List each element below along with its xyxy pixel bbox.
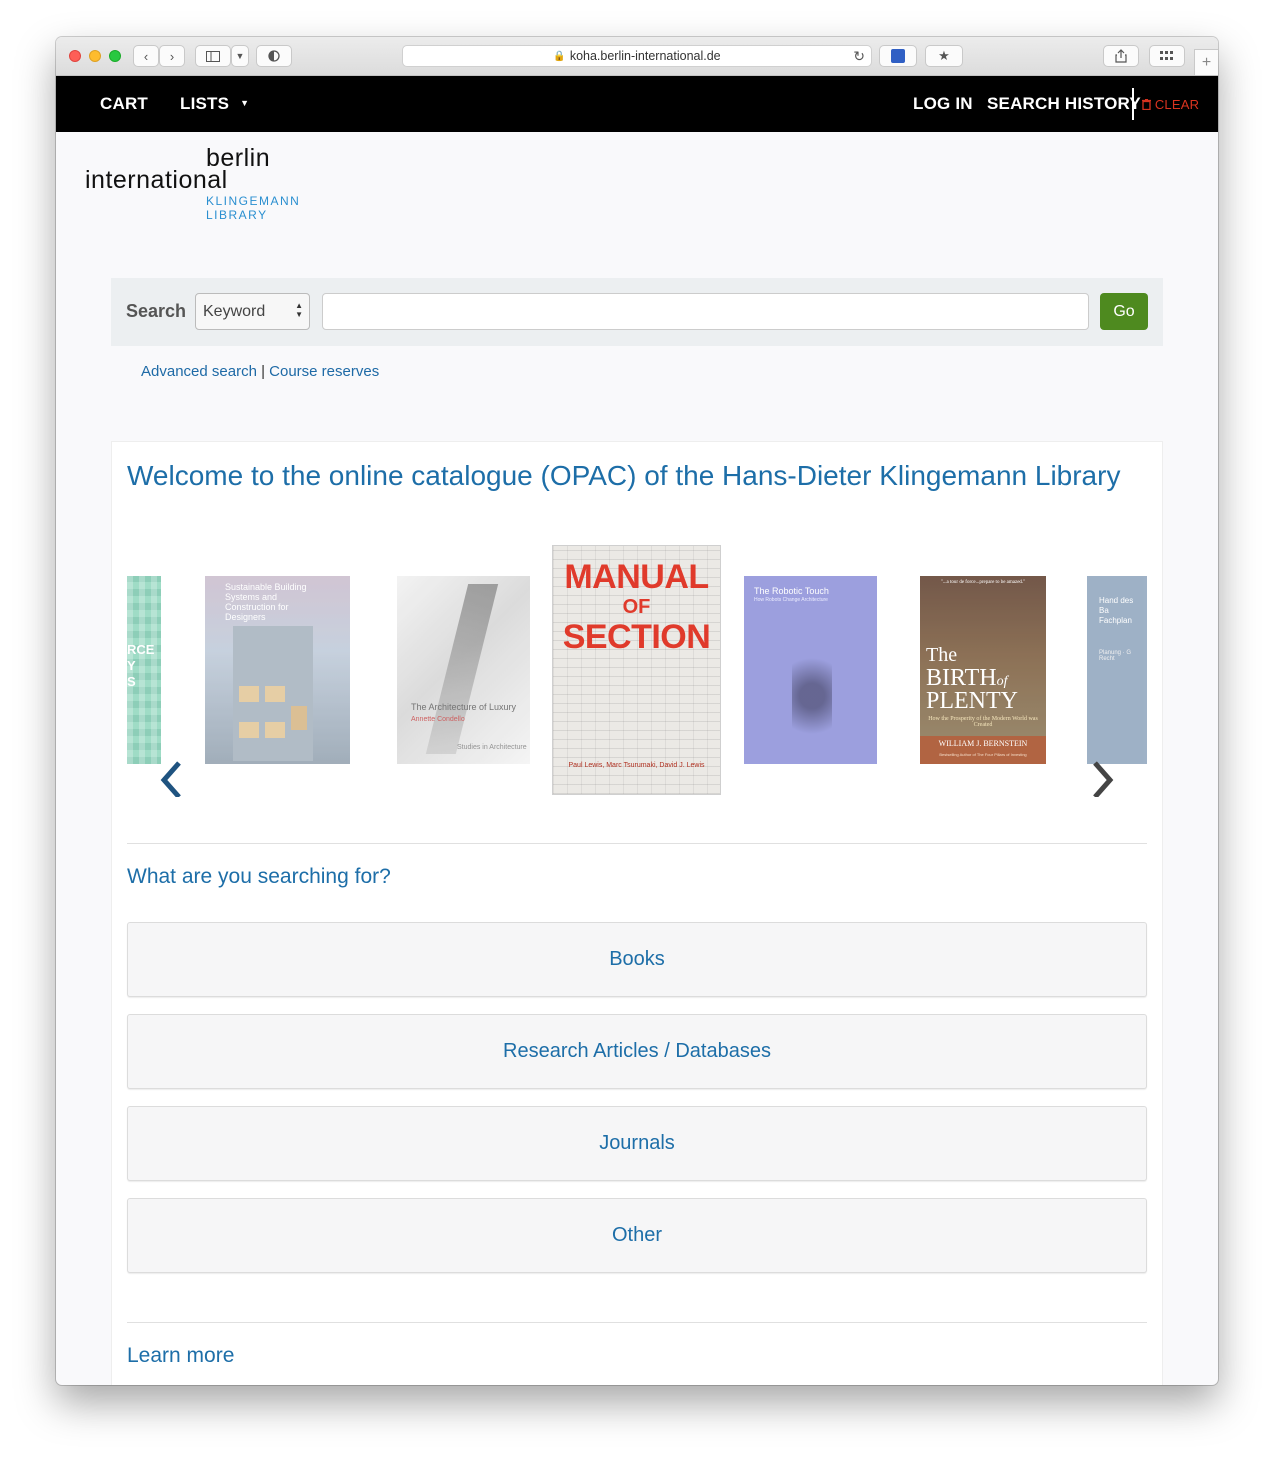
chevron-right-icon [1093,761,1114,797]
caret-down-icon: ▼ [240,98,250,108]
search-go-button[interactable]: Go [1100,293,1148,330]
cover-title: The Architecture of Luxury [411,702,517,712]
book-cover[interactable]: The Architecture of Luxury Annette Conde… [397,576,530,764]
book-cover[interactable]: Sustainable Building Systems and Constru… [205,576,350,764]
category-journals-button[interactable]: Journals [127,1106,1147,1181]
login-link[interactable]: LOG IN [913,94,973,114]
back-button[interactable]: ‹ [133,45,159,67]
shield-icon [268,50,280,62]
cover-title: RCE Y S [127,642,155,689]
page-title: Welcome to the online catalogue (OPAC) o… [127,460,1121,491]
chevron-left-icon: ‹ [143,48,149,64]
cover-series: Studies in Architecture [457,744,527,751]
reload-icon[interactable]: ↻ [853,48,865,65]
cover-title-line3: PLENTY [926,688,1018,714]
logo-line-international: international [85,166,228,194]
carousel-prev-arrow[interactable] [159,760,185,797]
star-icon: ★ [938,48,950,63]
category-research-articles-button[interactable]: Research Articles / Databases [127,1014,1147,1089]
minimize-window-button[interactable] [89,50,101,62]
sidebar-icon [206,50,220,62]
cover-title-line3: SECTION [562,618,711,656]
cover-authors: Paul Lewis, Marc Tsurumaki, David J. Lew… [568,762,705,769]
cover-tagline: Bestselling Author of The Four Pillars o… [939,752,1027,757]
link-separator: | [261,363,265,380]
tab-overview-button[interactable] [1149,45,1185,67]
search-label: Search [126,301,187,321]
lock-icon: 🔒 [553,50,566,62]
cover-robot-image [792,636,832,756]
chevron-down-icon: ▼ [235,51,245,61]
book-cover[interactable]: RCE Y S [127,576,161,764]
cover-extra: Planung · G Recht [1099,650,1132,662]
section-divider [127,843,1147,844]
address-bar[interactable]: 🔒 koha.berlin-international.de ↻ [402,45,872,67]
logo-line-library: LIBRARY [206,208,268,222]
cover-quote: "...a tour de force...prepare to be amaz… [940,580,1026,585]
lists-label: LISTS [180,94,230,113]
nav-divider [1132,88,1134,120]
logo-line-klingemann: KLINGEMANN [206,194,301,208]
cover-house-image [233,626,313,761]
top-navbar: CART LISTS ▼ LOG IN SEARCH HISTORY CLEAR [56,76,1218,132]
browser-toolbar: ‹ › ▼ 🔒 koha.berlin-international.de ↻ ★… [56,37,1218,76]
cover-subtitle: How the Prosperity of the Modern World w… [928,716,1038,728]
chevron-right-icon: › [169,48,175,64]
sidebar-dropdown-button[interactable]: ▼ [231,45,249,67]
cover-author: WILLIAM J. BERNSTEIN [938,739,1028,748]
cover-title: Sustainable Building Systems and Constru… [225,582,307,622]
close-window-button[interactable] [69,50,81,62]
book-cover-active[interactable]: MANUAL OF SECTION Paul Lewis, Marc Tsuru… [552,545,721,795]
lists-menu[interactable]: LISTS ▼ [180,94,249,114]
zoom-window-button[interactable] [109,50,121,62]
share-button[interactable] [1103,45,1139,67]
category-other-button[interactable]: Other [127,1198,1147,1273]
search-question-heading: What are you searching for? [127,865,391,888]
share-icon [1115,49,1127,63]
book-cover-carousel: RCE Y S Sustainable Building Systems and… [127,545,1147,797]
clear-history-button[interactable]: CLEAR [1142,97,1199,112]
search-input[interactable] [322,293,1089,330]
privacy-button[interactable] [256,45,292,67]
cover-title-line1: MANUAL [564,558,709,596]
search-history-link[interactable]: SEARCH HISTORY [987,94,1141,114]
learn-more-heading[interactable]: Learn more [127,1344,234,1368]
search-bar: Search Keyword ▲ ▼ Go [111,278,1163,346]
url-text: koha.berlin-international.de [569,49,721,63]
main-content: Welcome to the online catalogue (OPAC) o… [111,441,1163,1385]
extension-icon [891,49,905,63]
cart-link[interactable]: CART [100,94,148,114]
search-links: Advanced search | Course reserves [141,363,379,380]
forward-button[interactable]: › [159,45,185,67]
search-type-value: Keyword [203,303,266,320]
carousel-next-arrow[interactable] [1089,760,1115,797]
browser-window: ‹ › ▼ 🔒 koha.berlin-international.de ↻ ★… [56,37,1218,1385]
bookmark-button[interactable]: ★ [925,45,963,67]
sidebar-toggle-button[interactable] [195,45,231,67]
book-cover[interactable]: The Robotic Touch How Robots Change Arch… [744,576,877,764]
trash-icon [1142,99,1151,111]
advanced-search-link[interactable]: Advanced search [141,363,257,380]
search-type-select[interactable]: Keyword ▲ ▼ [195,293,310,330]
cover-title: The Robotic Touch [754,586,829,596]
course-reserves-link[interactable]: Course reserves [269,363,379,380]
select-arrows-icon: ▲ ▼ [295,301,303,319]
cover-shard-image [425,584,499,754]
cover-subtitle: How Robots Change Architecture [754,597,828,603]
chevron-left-icon [160,761,181,797]
cover-title-line1: The [926,644,958,666]
cover-author: Annette Condello [411,716,465,723]
clear-label: CLEAR [1154,97,1200,112]
plus-icon: + [1201,53,1212,71]
grid-icon [1160,51,1173,60]
section-divider [127,1322,1147,1323]
book-cover[interactable]: "...a tour de force...prepare to be amaz… [920,576,1046,764]
book-cover[interactable]: Hand des Ba Fachplan Planung · G Recht [1087,576,1147,764]
extension-button[interactable] [879,45,917,67]
new-tab-button[interactable]: + [1194,49,1218,75]
category-books-button[interactable]: Books [127,922,1147,997]
cover-title-line2: OF [622,596,651,618]
cover-title: Hand des Ba Fachplan [1099,596,1134,625]
